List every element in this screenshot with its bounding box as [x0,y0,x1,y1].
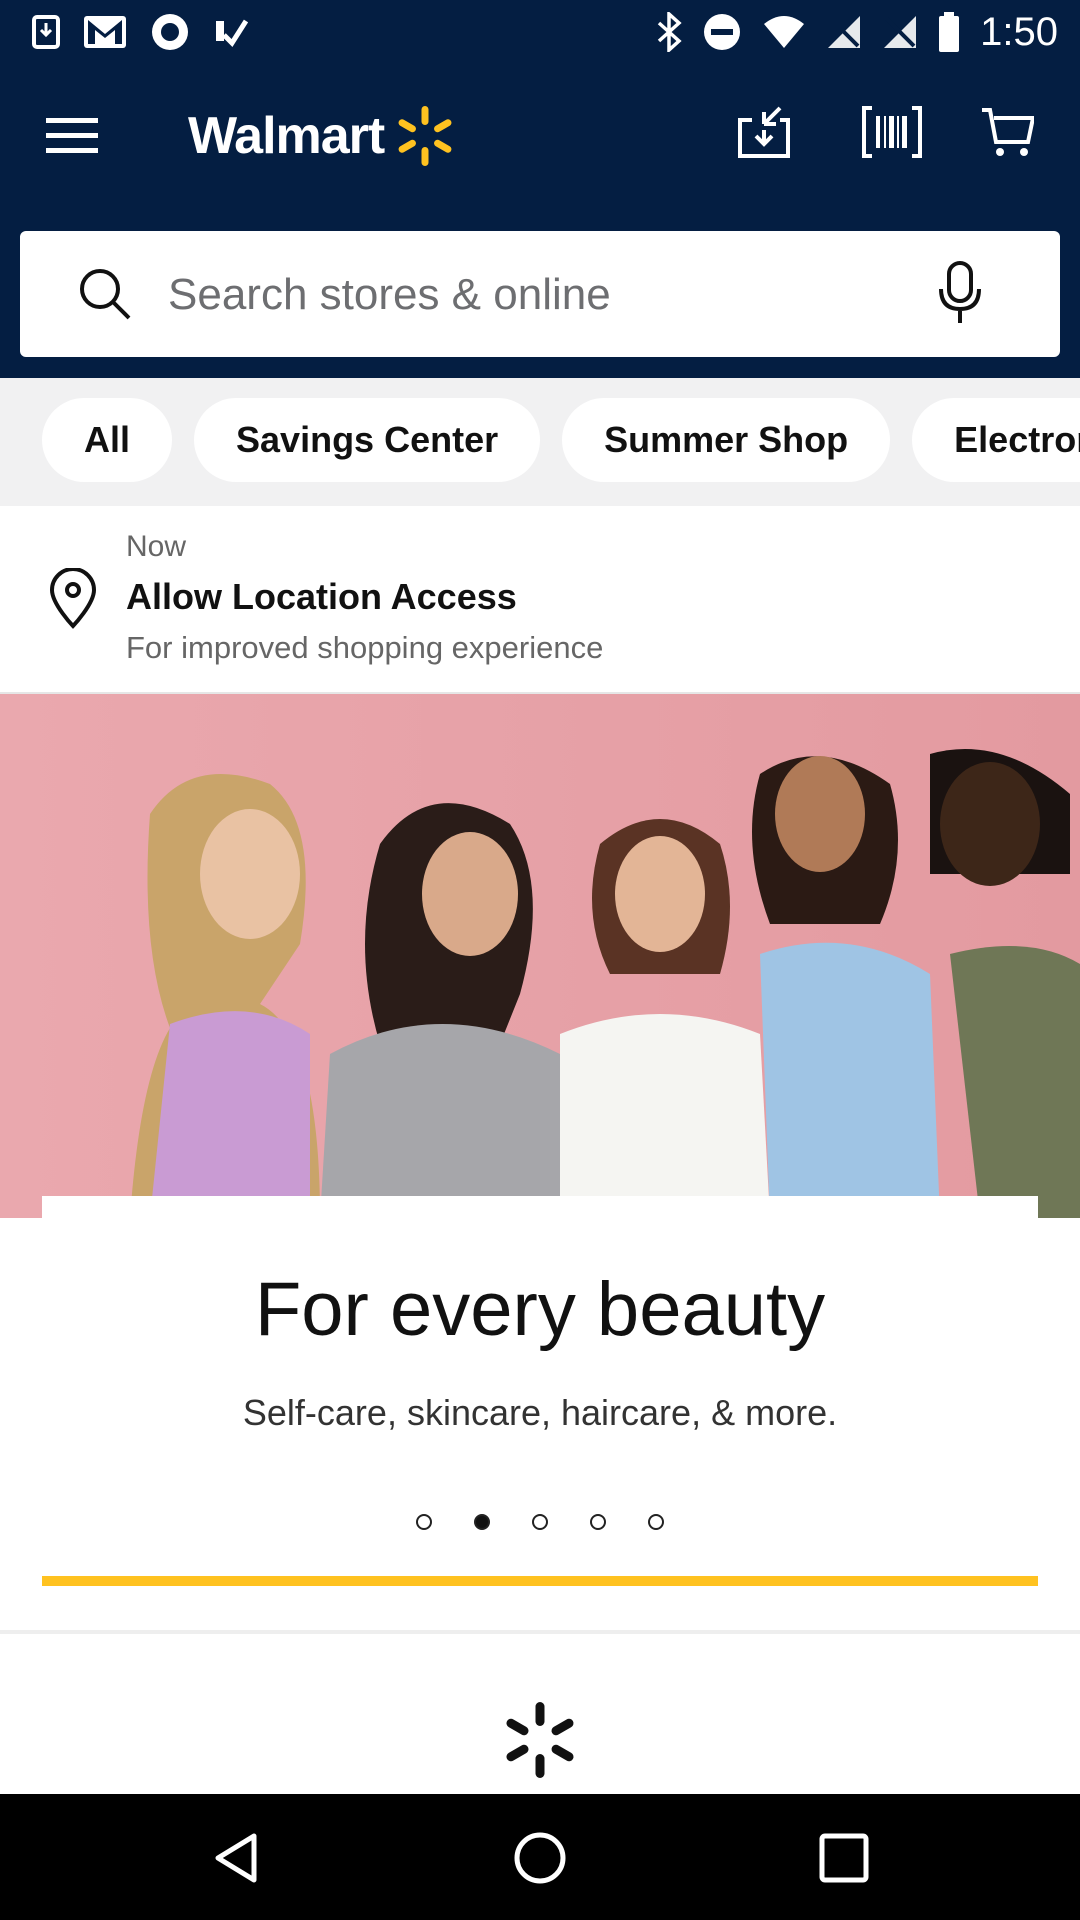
chip-all[interactable]: All [42,398,173,482]
carousel-dot-2[interactable] [474,1514,490,1530]
location-notification[interactable]: Now Allow Location Access For improved s… [0,506,1080,694]
status-right: 1:50 [656,10,1058,54]
hero-photo [0,694,1080,1218]
menu-icon [46,118,98,153]
search-bar[interactable] [20,231,1060,357]
hero-card[interactable]: For every beauty Self-care, skincare, ha… [42,1196,1038,1586]
accent-bar [42,1576,1038,1586]
search-icon [80,269,131,320]
nav-recents-button[interactable] [816,1830,872,1886]
battery-icon [938,12,960,52]
barcode-scan-button[interactable] [862,104,922,164]
walmart-logo[interactable]: Walmart [188,100,456,172]
chip-electronics[interactable]: Electronics [912,398,1080,482]
loading-spark-icon [506,1702,574,1778]
carousel-dot-4[interactable] [590,1514,606,1530]
category-chips: All Savings Center Summer Shop Electroni… [0,378,1080,506]
system-nav-bar [0,1794,1080,1920]
notification-body: For improved shopping experience [126,630,604,665]
section-divider [0,1630,1080,1634]
bluetooth-icon [656,12,682,52]
chips-row: All Savings Center Summer Shop Electroni… [42,398,1080,482]
hero-title: For every beauty [254,1267,826,1352]
signal-off-icon [826,14,862,50]
recents-square-icon [819,1833,869,1883]
wifi-icon [762,14,806,50]
notification-title: Allow Location Access [126,576,517,617]
carousel-dot-1[interactable] [416,1514,432,1530]
status-bar: 1:50 [0,0,1080,64]
carousel-dots [42,1514,1038,1530]
location-pin-icon [49,568,97,629]
status-time: 1:50 [980,10,1058,54]
cart-icon [982,108,1034,156]
dnd-icon [702,12,742,52]
check-icon [212,15,248,49]
chip-savings-center[interactable]: Savings Center [194,398,541,482]
app-header: Walmart [0,64,1080,378]
home-circle-icon [514,1832,566,1884]
nav-back-button[interactable] [208,1830,264,1886]
notification-time: Now [126,530,187,563]
download-icon [738,106,790,158]
search-input[interactable] [166,255,930,335]
gmail-icon [82,14,128,50]
status-left [32,12,248,52]
chip-summer-shop[interactable]: Summer Shop [562,398,891,482]
hero-banner-image[interactable] [0,694,1080,1218]
carousel-dot-3[interactable] [532,1514,548,1530]
download-button[interactable] [736,104,796,164]
menu-button[interactable] [46,116,98,156]
logo-text: Walmart [188,107,385,165]
record-icon [150,12,190,52]
carousel-dot-5[interactable] [648,1514,664,1530]
spark-icon [398,106,452,166]
signal-off-icon [882,14,918,50]
cart-button[interactable] [982,104,1042,164]
nav-home-button[interactable] [512,1830,568,1886]
download-notification-icon [32,15,60,49]
back-triangle-icon [215,1833,257,1883]
microphone-icon[interactable] [938,261,982,325]
hero-subtitle: Self-care, skincare, haircare, & more. [242,1392,838,1433]
barcode-icon [862,106,922,158]
